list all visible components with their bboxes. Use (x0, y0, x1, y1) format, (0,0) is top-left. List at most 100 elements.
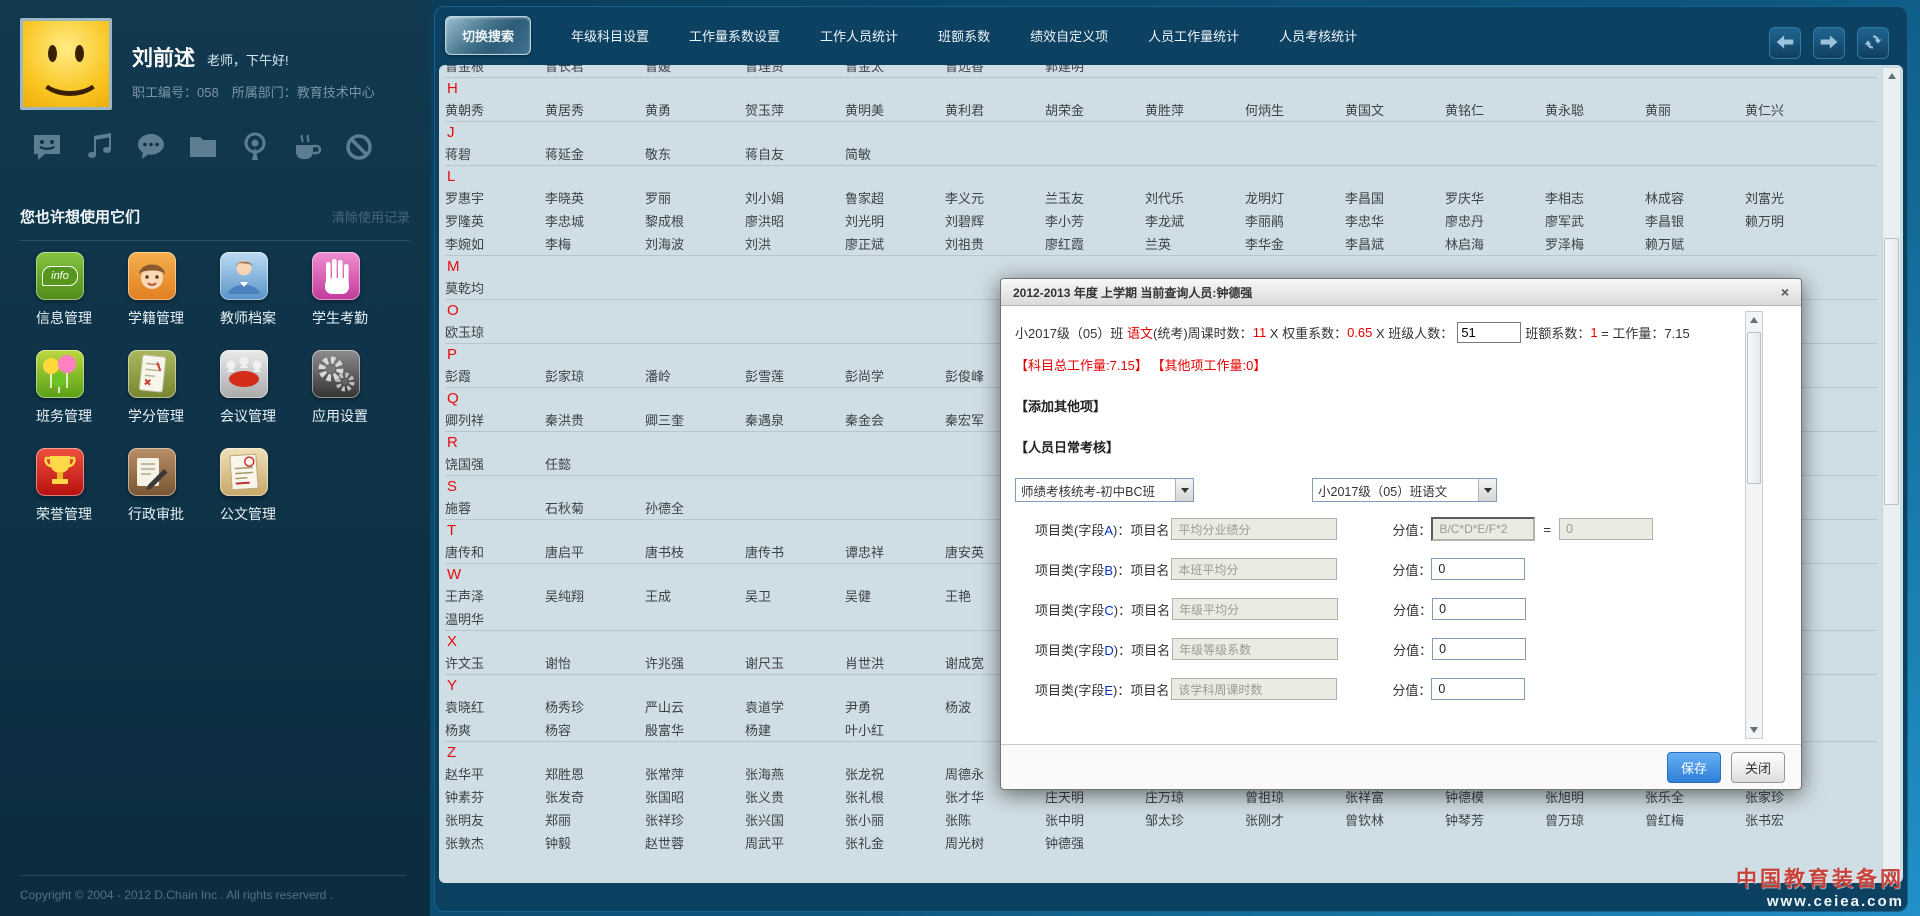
person-name[interactable]: 曾长君 (545, 65, 645, 75)
person-name[interactable]: 卿三奎 (645, 410, 745, 429)
person-name[interactable]: 张祥珍 (645, 810, 745, 829)
person-name[interactable]: 谢尺玉 (745, 653, 845, 672)
person-name[interactable]: 廖军武 (1545, 211, 1645, 230)
score-value-input[interactable] (1431, 558, 1525, 580)
class-subject-select[interactable]: 小2017级（05）班语文 (1312, 478, 1497, 502)
person-name[interactable]: 叶小红 (845, 720, 945, 739)
person-name[interactable]: 龙明灯 (1245, 188, 1345, 207)
person-name[interactable]: 李婉如 (445, 234, 545, 253)
person-name[interactable]: 曾金太 (845, 65, 945, 75)
person-name[interactable]: 邹太珍 (1145, 810, 1245, 829)
person-name[interactable]: 杨爽 (445, 720, 545, 739)
person-name[interactable]: 吴纯翔 (545, 586, 645, 605)
person-name[interactable]: 唐传和 (445, 542, 545, 561)
item-name-input[interactable] (1172, 638, 1338, 660)
app-item[interactable]: 教师档案 (220, 252, 312, 328)
person-name[interactable]: 杨建 (745, 720, 845, 739)
chat-smiley-icon[interactable] (30, 130, 64, 164)
person-name[interactable]: 李小芳 (1045, 211, 1145, 230)
app-item[interactable]: 会议管理 (220, 350, 312, 426)
person-name[interactable]: 李忠城 (545, 211, 645, 230)
list-scrollbar[interactable] (1882, 67, 1901, 881)
person-name[interactable]: 曾金根 (445, 65, 545, 75)
person-name[interactable]: 张常萍 (645, 764, 745, 783)
person-name[interactable]: 何炳生 (1245, 100, 1345, 119)
person-name[interactable]: 李昌银 (1645, 211, 1745, 230)
person-name[interactable]: 蒋碧 (445, 144, 545, 163)
person-name[interactable]: 杨容 (545, 720, 645, 739)
person-name[interactable]: 莫乾均 (445, 278, 545, 297)
person-name[interactable]: 张海燕 (745, 764, 845, 783)
person-name[interactable]: 罗惠宇 (445, 188, 545, 207)
folder-icon[interactable] (186, 130, 220, 164)
person-name[interactable]: 贺玉萍 (745, 100, 845, 119)
app-item[interactable]: 学籍管理 (128, 252, 220, 328)
formula-input[interactable] (1431, 517, 1535, 541)
person-name[interactable]: 殷富华 (645, 720, 745, 739)
person-name[interactable]: 赵华平 (445, 764, 545, 783)
person-name[interactable]: 黄朝秀 (445, 100, 545, 119)
person-name[interactable]: 黄勇 (645, 100, 745, 119)
person-name[interactable]: 钟毅 (545, 833, 645, 852)
person-name[interactable]: 曾钦林 (1345, 810, 1445, 829)
person-name[interactable]: 刘洪 (745, 234, 845, 253)
class-size-input[interactable] (1457, 322, 1521, 343)
person-name[interactable]: 张明友 (445, 810, 545, 829)
score-value-input[interactable] (1431, 678, 1525, 700)
assessment-scheme-select[interactable]: 师绩考核统考-初中BC班 (1015, 478, 1194, 502)
tab-8[interactable]: 人员考核统计 (1279, 26, 1357, 45)
person-name[interactable]: 廖正斌 (845, 234, 945, 253)
person-name[interactable]: 曾远香 (945, 65, 1045, 75)
person-name[interactable]: 郑丽 (545, 810, 645, 829)
person-name[interactable]: 卿列祥 (445, 410, 545, 429)
person-name[interactable]: 袁道学 (745, 697, 845, 716)
app-item[interactable]: 行政审批 (128, 448, 220, 524)
person-name[interactable]: 罗隆英 (445, 211, 545, 230)
person-name[interactable]: 郑胜恩 (545, 764, 645, 783)
person-name[interactable]: 李晓英 (545, 188, 645, 207)
person-name[interactable]: 黄国文 (1345, 100, 1445, 119)
person-name[interactable]: 孙德全 (645, 498, 745, 517)
person-name[interactable]: 彭霞 (445, 366, 545, 385)
person-name[interactable]: 黄居秀 (545, 100, 645, 119)
person-name[interactable]: 张中明 (1045, 810, 1145, 829)
tab-7[interactable]: 人员工作量统计 (1148, 26, 1239, 45)
person-name[interactable]: 曾理贤 (745, 65, 845, 75)
person-name[interactable]: 李龙斌 (1145, 211, 1245, 230)
app-item[interactable]: 学分管理 (128, 350, 220, 426)
person-name[interactable]: 敬东 (645, 144, 745, 163)
person-name[interactable]: 李义元 (945, 188, 1045, 207)
person-name[interactable]: 杨秀珍 (545, 697, 645, 716)
person-name[interactable]: 李梅 (545, 234, 645, 253)
person-name[interactable]: 黎成根 (645, 211, 745, 230)
person-name[interactable]: 赵世蓉 (645, 833, 745, 852)
person-name[interactable]: 谢怡 (545, 653, 645, 672)
person-name[interactable]: 刘富光 (1745, 188, 1845, 207)
person-name[interactable]: 刘光明 (845, 211, 945, 230)
person-name[interactable]: 张敦杰 (445, 833, 545, 852)
dialog-scrollbar[interactable] (1745, 311, 1763, 739)
person-name[interactable]: 黄铭仁 (1445, 100, 1545, 119)
refresh-button[interactable] (1857, 27, 1889, 59)
person-name[interactable]: 郭建明 (1045, 65, 1145, 75)
person-name[interactable]: 曾万琼 (1545, 810, 1645, 829)
person-name[interactable]: 兰玉友 (1045, 188, 1145, 207)
tab-3[interactable]: 工作量系数设置 (689, 26, 780, 45)
person-name[interactable]: 施蓉 (445, 498, 545, 517)
person-name[interactable]: 许兆强 (645, 653, 745, 672)
close-button[interactable]: 关闭 (1731, 752, 1785, 783)
person-name[interactable]: 李昌国 (1345, 188, 1445, 207)
app-item[interactable]: info信息管理 (36, 252, 128, 328)
forward-button[interactable] (1813, 27, 1845, 59)
tab-2[interactable]: 年级科目设置 (571, 26, 649, 45)
person-name[interactable]: 钟德强 (1045, 833, 1145, 852)
scrollbar-thumb[interactable] (1884, 238, 1899, 505)
person-name[interactable]: 王成 (645, 586, 745, 605)
person-name[interactable]: 彭雪莲 (745, 366, 845, 385)
person-name[interactable]: 袁晓红 (445, 697, 545, 716)
person-name[interactable]: 林成容 (1645, 188, 1745, 207)
person-name[interactable]: 钟琴芳 (1445, 810, 1545, 829)
person-name[interactable]: 谭忠祥 (845, 542, 945, 561)
person-name[interactable]: 黄丽 (1645, 100, 1745, 119)
person-name[interactable]: 张书宏 (1745, 810, 1845, 829)
